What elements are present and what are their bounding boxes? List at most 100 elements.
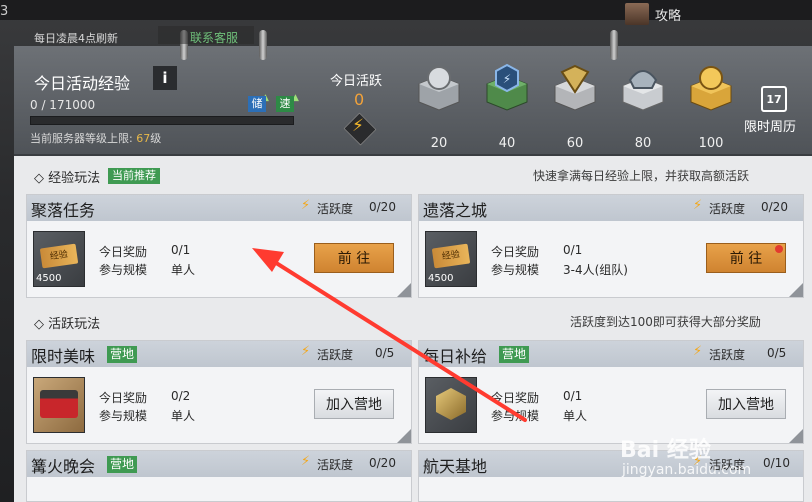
exp-count: 0 / 171000 <box>30 98 96 112</box>
reward-amount: 4500 <box>428 273 454 284</box>
strategy-button[interactable]: 攻略 <box>655 5 681 24</box>
milestone-label: 20 <box>430 136 448 151</box>
gold-badge-shape <box>436 388 466 420</box>
camp-tag: 营地 <box>499 346 530 363</box>
lightning-icon: ⚡ <box>352 116 364 136</box>
scale-label: 参与规模 <box>491 263 540 277</box>
join-camp-button[interactable]: 加入营地 <box>314 389 394 419</box>
milestone-label: 40 <box>498 136 516 151</box>
activity-value: 0/20 <box>369 456 396 470</box>
activity-value: 0/20 <box>761 200 788 214</box>
exp-section-title: ◇ 经验玩法 <box>34 171 101 186</box>
ticket-label: 经验 <box>39 243 79 269</box>
exp-ticket-icon: 经验 4500 <box>425 231 477 287</box>
lightning-icon: ⚡ <box>693 198 703 213</box>
ticket-label: 经验 <box>431 243 471 269</box>
card-title: 每日补给 <box>423 347 488 366</box>
today-activity-value: 0 <box>354 90 365 109</box>
today-activity-label: 今日活跃 <box>330 74 383 89</box>
camp-tag: 营地 <box>107 456 138 473</box>
scale-value: 单人 <box>171 409 196 423</box>
binder-ring <box>610 30 618 60</box>
card-title: 遗落之城 <box>423 201 488 220</box>
activity-label: 活跃度 <box>709 202 746 216</box>
gold-coin-crate-icon[interactable] <box>686 62 736 112</box>
active-section-title: ◇ 活跃玩法 <box>34 317 101 332</box>
watermark: Bai 经验 <box>620 438 711 463</box>
reward-label: 今日奖励 <box>99 391 148 405</box>
scale-value: 3-4人(组队) <box>563 263 628 277</box>
reward-label: 今日奖励 <box>491 391 540 405</box>
milestone-label: 100 <box>698 136 724 151</box>
activity-card[interactable]: 限时美味 营地 ⚡ 活跃度 0/5 今日奖励 0/2 参与规模 单人 加入营地 <box>26 340 412 444</box>
notification-dot <box>775 245 783 253</box>
scale-value: 单人 <box>171 263 196 277</box>
activity-label: 活跃度 <box>709 348 746 362</box>
reward-value: 0/1 <box>563 243 583 257</box>
card-corner <box>789 429 803 443</box>
scale-label: 参与规模 <box>491 409 540 423</box>
scale-label: 参与规模 <box>99 409 148 423</box>
activity-card[interactable]: 聚落任务 ⚡ 活跃度 0/20 经验 4500 今日奖励 0/1 参与规模 单人 … <box>26 194 412 298</box>
lightning-icon: ⚡ <box>693 344 703 359</box>
scale-value: 单人 <box>563 409 588 423</box>
activity-label: 活跃度 <box>317 458 354 472</box>
card-title: 篝火晚会 <box>31 457 96 476</box>
go-button[interactable]: 前 往 <box>706 243 786 273</box>
exp-ticket-icon: 经验 4500 <box>33 231 85 287</box>
top-left-glyph: 3 <box>0 4 9 19</box>
reward-value: 0/1 <box>563 389 583 403</box>
strategy-avatar[interactable] <box>625 3 649 25</box>
watermark-url: jingyan.baidu.com <box>622 462 752 478</box>
armor-crate-icon[interactable] <box>618 62 668 112</box>
info-button[interactable]: i <box>153 66 177 90</box>
scale-label: 参与规模 <box>99 263 148 277</box>
gold-badge-crate-icon[interactable] <box>550 62 600 112</box>
reward-amount: 4500 <box>36 273 62 284</box>
red-chest-shape <box>40 390 78 418</box>
silver-coin-crate-icon[interactable] <box>414 62 464 112</box>
activity-value: 0/5 <box>375 346 395 360</box>
exp-section-desc: 快速拿满每日经验上限，并获取高额活跃 <box>533 169 750 183</box>
card-corner <box>397 283 411 297</box>
lightning-crate-icon[interactable]: ⚡ <box>482 62 532 112</box>
activity-card[interactable]: 篝火晚会 营地 ⚡ 活跃度 0/20 <box>26 450 412 502</box>
store-badge[interactable]: 储 <box>248 96 266 112</box>
go-button[interactable]: 前 往 <box>314 243 394 273</box>
speed-badge[interactable]: 速 <box>276 96 294 112</box>
activity-label: 活跃度 <box>317 348 354 362</box>
level-cap-suffix: 级 <box>150 132 162 145</box>
join-camp-button[interactable]: 加入营地 <box>706 389 786 419</box>
milestone-label: 80 <box>634 136 652 151</box>
activity-value: 0/5 <box>767 346 787 360</box>
page-title: 今日活动经验 <box>34 74 131 93</box>
lightning-icon: ⚡ <box>301 454 311 469</box>
top-strip <box>0 0 812 20</box>
level-cap-prefix: 当前服务器等级上限: <box>30 132 137 145</box>
reward-value: 0/1 <box>171 243 191 257</box>
camp-tag: 营地 <box>107 346 138 363</box>
gold-badge-icon <box>425 377 477 433</box>
svg-text:⚡: ⚡ <box>503 72 511 86</box>
reward-label: 今日奖励 <box>491 245 540 259</box>
reward-label: 今日奖励 <box>99 245 148 259</box>
calendar-icon[interactable]: 17 <box>761 86 787 112</box>
weekly-calendar-button[interactable]: 限时周历 <box>744 116 796 135</box>
activity-label: 活跃度 <box>317 202 354 216</box>
activity-card[interactable]: 每日补给 营地 ⚡ 活跃度 0/5 今日奖励 0/1 参与规模 单人 加入营地 <box>418 340 804 444</box>
recommend-tag: 当前推荐 <box>108 168 160 184</box>
red-chest-icon <box>33 377 85 433</box>
card-title: 航天基地 <box>423 457 488 476</box>
contact-service-link[interactable]: 联系客服 <box>190 29 238 46</box>
activity-value: 0/10 <box>763 456 790 470</box>
level-cap: 当前服务器等级上限: 67级 <box>30 130 161 146</box>
lightning-icon: ⚡ <box>301 344 311 359</box>
card-title: 聚落任务 <box>31 201 96 220</box>
lightning-icon: ⚡ <box>301 198 311 213</box>
card-corner <box>789 283 803 297</box>
level-cap-value: 67 <box>136 132 151 145</box>
exp-progress-bar <box>30 116 294 125</box>
activity-card[interactable]: 遗落之城 ⚡ 活跃度 0/20 经验 4500 今日奖励 0/1 参与规模 3-4… <box>418 194 804 298</box>
refresh-note: 每日凌晨4点刷新 <box>34 32 118 45</box>
milestone-label: 60 <box>566 136 584 151</box>
